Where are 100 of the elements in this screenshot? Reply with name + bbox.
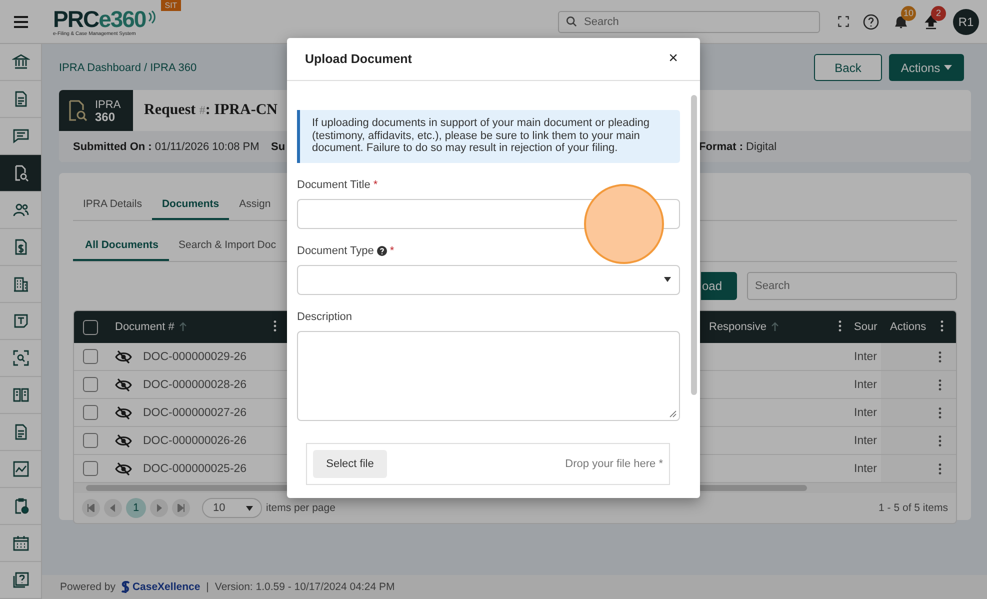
table-cell: DOC-000000026-26 — [143, 434, 247, 446]
column-header[interactable]: Actions — [890, 321, 926, 333]
page-size-select[interactable]: 10 — [202, 498, 262, 518]
eye-slash-icon[interactable] — [115, 350, 132, 364]
chart-icon — [12, 460, 30, 478]
table-cell: Inter — [854, 406, 878, 418]
column-header[interactable]: Document # — [115, 321, 174, 333]
search-icon — [566, 16, 577, 26]
next-page-icon — [155, 504, 163, 512]
upload-badge: 2 — [931, 6, 946, 20]
upload-button[interactable]: oad — [701, 272, 737, 300]
table-cell: Inter — [854, 350, 878, 362]
caret-icon — [664, 277, 671, 282]
first-page-button[interactable] — [82, 499, 100, 517]
row-menu-icon[interactable] — [938, 434, 942, 446]
book-icon — [12, 386, 30, 404]
pager-summary: 1 - 5 of 5 items — [878, 502, 948, 514]
breadcrumb[interactable]: IPRA Dashboard / IPRA 360 — [59, 62, 197, 74]
help-icon[interactable] — [863, 14, 879, 30]
menu-icon[interactable] — [12, 14, 28, 28]
table-cell: DOC-000000027-26 — [143, 406, 247, 418]
people-icon — [12, 201, 30, 219]
dialog-title: Upload Document — [305, 52, 412, 66]
next-page-button[interactable] — [150, 499, 168, 517]
tab[interactable]: IPRA Details — [73, 190, 152, 220]
row-menu-icon[interactable] — [938, 406, 942, 418]
back-button[interactable]: Back — [814, 54, 882, 81]
sub-tab[interactable]: Search & Import Doc — [168, 231, 286, 261]
table-cell: DOC-000000028-26 — [143, 378, 247, 390]
request-badge-text: IPRA 360 — [95, 98, 121, 122]
drop-hint: Drop your file here * — [565, 458, 663, 470]
checkbox[interactable] — [83, 349, 98, 364]
close-button[interactable]: × — [666, 50, 680, 68]
row-menu-icon[interactable] — [938, 378, 942, 390]
brand-logo-icon — [121, 581, 130, 593]
info-field: Su — [271, 140, 286, 152]
checkbox[interactable] — [83, 461, 98, 476]
table-cell: Inter — [854, 378, 878, 390]
last-page-icon — [177, 504, 185, 512]
caret-icon — [944, 65, 952, 70]
row-menu-icon[interactable] — [938, 350, 942, 362]
search-field[interactable]: Search — [558, 10, 820, 32]
info-field: Submitted On : 01/11/2026 10:08 PM — [73, 140, 260, 152]
eye-slash-icon[interactable] — [115, 434, 132, 448]
field-label: Description — [297, 310, 352, 322]
page-button[interactable]: 1 — [126, 498, 146, 518]
table-cell: DOC-000000025-26 — [143, 462, 247, 474]
tab[interactable]: Documents — [152, 190, 230, 220]
powered-by-text: Powered by — [60, 581, 116, 593]
sidebar-item[interactable] — [0, 155, 41, 192]
request-title: Request #: IPRA-CN — [144, 102, 278, 119]
checkbox[interactable] — [83, 433, 98, 448]
previous-page-button[interactable] — [104, 499, 122, 517]
checkbox[interactable] — [83, 320, 98, 334]
scan-icon — [12, 349, 30, 367]
separator: | — [206, 581, 209, 593]
brand-name[interactable]: CaseXellence — [132, 581, 200, 593]
row-menu-icon[interactable] — [938, 462, 942, 474]
resize-handle-icon[interactable] — [669, 410, 677, 418]
fullscreen-icon[interactable] — [838, 16, 849, 27]
environment-badge: SIT — [160, 0, 182, 11]
bank-icon — [12, 53, 30, 71]
sort-arrow-icon[interactable] — [771, 322, 780, 332]
app-logo: PRCe360 — [53, 6, 146, 30]
chat-icon — [12, 127, 30, 145]
checkbox[interactable] — [83, 405, 98, 420]
search-field[interactable]: Search — [747, 272, 957, 300]
sub-tab[interactable]: All Documents — [73, 231, 169, 261]
required-mark: * — [390, 244, 394, 256]
sort-arrow-icon[interactable] — [179, 322, 188, 332]
actions-button[interactable]: Actions — [889, 54, 964, 81]
notification-badge: 10 — [901, 6, 916, 20]
column-menu-icon[interactable] — [273, 320, 277, 332]
previous-page-icon — [109, 504, 117, 512]
version-text: Version: 1.0.59 - 10/17/2024 04:24 PM — [214, 581, 395, 593]
eye-slash-icon[interactable] — [115, 462, 132, 476]
eye-slash-icon[interactable] — [115, 406, 132, 420]
notice-message: If uploading documents in support of your main document or pleading (testimony, affidavits, etc.), please be sure to link them to your main document. Failure to do so may result in rejection of your filing. — [297, 110, 680, 162]
calendar-icon — [12, 534, 30, 552]
last-page-button[interactable] — [172, 499, 190, 517]
document-search-icon — [67, 98, 89, 122]
column-menu-icon[interactable] — [940, 320, 944, 332]
eye-slash-icon[interactable] — [115, 378, 132, 392]
user-avatar[interactable]: R1 — [953, 8, 979, 34]
checkbox[interactable] — [83, 377, 98, 392]
help-icon[interactable] — [376, 246, 387, 256]
column-header[interactable]: Responsive — [709, 321, 766, 333]
select-field[interactable] — [297, 264, 680, 294]
caret-icon — [246, 506, 253, 510]
tab[interactable]: Assign — [229, 190, 281, 220]
select-file-button[interactable]: Select file — [313, 450, 387, 478]
table-cell: Inter — [854, 434, 878, 446]
first-page-icon — [87, 504, 95, 512]
field-label: Document Type — [297, 244, 374, 256]
note-icon — [12, 312, 30, 330]
file-drop-zone[interactable]: Select file Drop your file here * — [306, 442, 670, 484]
column-menu-icon[interactable] — [838, 320, 842, 332]
building-icon — [12, 275, 30, 293]
field-label: Document Title — [297, 178, 370, 190]
help-icon — [12, 571, 30, 589]
